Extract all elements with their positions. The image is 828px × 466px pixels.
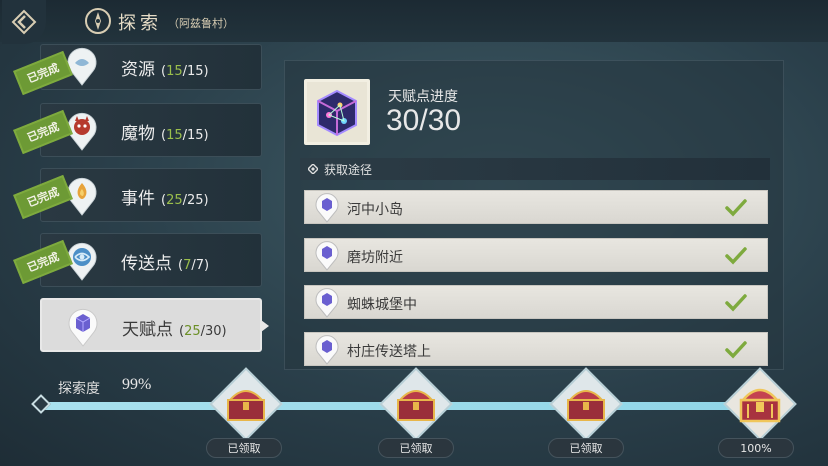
exploration-percent: 99% xyxy=(122,376,152,393)
category-teleport[interactable]: 传送点 (7/7) xyxy=(40,233,262,287)
source-name: 河中小岛 xyxy=(347,202,403,218)
diamond-bullet-icon xyxy=(308,164,318,174)
check-icon xyxy=(725,341,747,359)
check-icon xyxy=(725,294,747,312)
back-button[interactable] xyxy=(2,0,46,44)
category-count: (15/15) xyxy=(161,64,209,79)
compass-icon xyxy=(85,8,111,34)
talent-progress-title: 天赋点进度 xyxy=(388,89,458,105)
source-name: 村庄传送塔上 xyxy=(347,344,431,360)
back-arrow-icon xyxy=(11,9,37,35)
chest-icon[interactable] xyxy=(564,384,608,424)
check-icon xyxy=(725,199,747,217)
talent-icon xyxy=(68,308,98,347)
category-count: (25/25) xyxy=(161,193,209,208)
source-name: 蜘蛛城堡中 xyxy=(347,297,417,313)
category-event[interactable]: 事件 (25/25) xyxy=(40,168,262,222)
category-label: 资源 xyxy=(121,60,155,80)
category-label: 魔物 xyxy=(121,124,155,144)
category-label: 事件 xyxy=(121,189,155,209)
talent-pin-icon xyxy=(315,335,339,365)
category-count: (7/7) xyxy=(178,258,210,273)
talent-pin-icon xyxy=(315,193,339,223)
talent-pin-icon xyxy=(315,241,339,271)
category-label: 天赋点 xyxy=(122,320,173,340)
page-subtitle: （阿兹鲁村） xyxy=(168,17,234,30)
source-item[interactable]: 磨坊附近 xyxy=(304,238,768,272)
source-name: 磨坊附近 xyxy=(347,250,403,266)
sources-header: 获取途径 xyxy=(300,158,770,180)
category-count: (15/15) xyxy=(161,128,209,143)
category-count: (25/30) xyxy=(179,324,227,339)
talent-progress-value: 30/30 xyxy=(386,104,462,137)
source-item[interactable]: 河中小岛 xyxy=(304,190,768,224)
page-title: 探索 xyxy=(118,13,162,34)
talent-pin-icon xyxy=(315,288,339,318)
source-item[interactable]: 蜘蛛城堡中 xyxy=(304,285,768,319)
chest-icon[interactable] xyxy=(224,384,268,424)
talent-cube-image xyxy=(304,79,370,145)
category-label: 传送点 xyxy=(121,254,172,274)
check-icon xyxy=(725,247,747,265)
exploration-label: 探索度 xyxy=(58,381,100,397)
category-resource[interactable]: 资源 (15/15) xyxy=(40,44,262,90)
reward-claimed-tag: 已领取 xyxy=(206,438,282,458)
big-chest-icon[interactable] xyxy=(738,384,782,424)
sources-header-label: 获取途径 xyxy=(324,163,373,177)
category-talent[interactable]: 天赋点 (25/30) xyxy=(40,298,269,352)
source-item[interactable]: 村庄传送塔上 xyxy=(304,332,768,366)
track-start-cap xyxy=(31,394,51,414)
talent-cube-icon xyxy=(307,82,367,142)
reward-claimed-tag: 已领取 xyxy=(548,438,624,458)
reward-claimed-tag: 已领取 xyxy=(378,438,454,458)
chest-icon[interactable] xyxy=(394,384,438,424)
selected-indicator-icon xyxy=(261,320,269,332)
reward-final-percent: 100% xyxy=(718,438,794,458)
category-monster[interactable]: 魔物 (15/15) xyxy=(40,103,262,157)
